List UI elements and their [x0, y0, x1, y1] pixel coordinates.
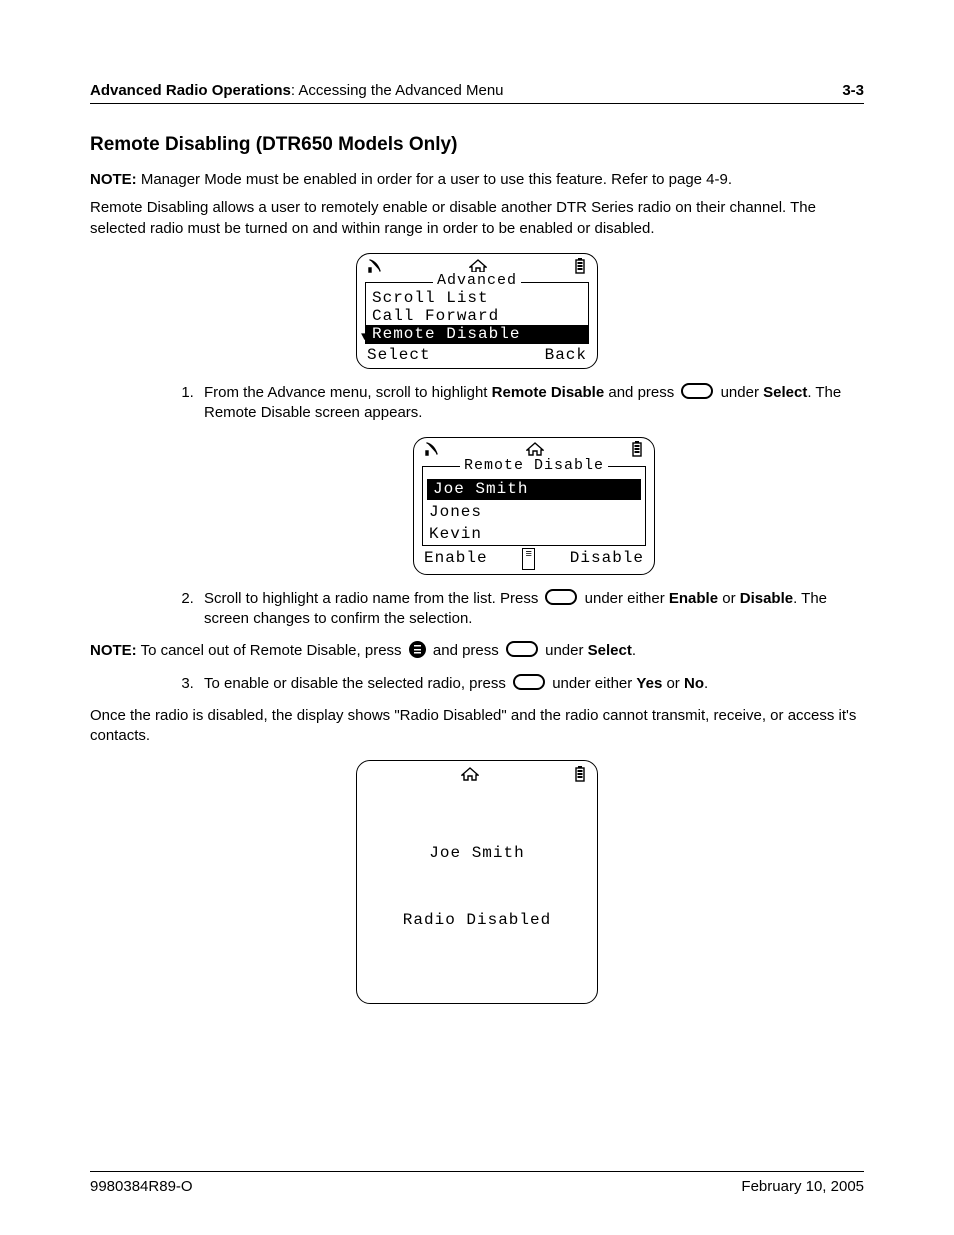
running-header: Advanced Radio Operations: Accessing the…	[90, 82, 864, 104]
lcd-screen-remote-disable: Remote Disable Joe Smith Jones Kevin Ena…	[204, 437, 864, 575]
lcd2-item-1: Jones	[423, 502, 645, 524]
lcd-screen-disabled: Joe Smith Radio Disabled	[90, 760, 864, 1003]
lcd3-line2: Radio Disabled	[363, 909, 591, 931]
lcd2-softkey-left: Enable	[424, 548, 488, 570]
lcd3-line1: Joe Smith	[363, 842, 591, 864]
doc-number: 9980384R89-O	[90, 1178, 193, 1195]
battery-icon	[630, 441, 644, 465]
page-number: 3-3	[842, 82, 864, 99]
note-text: Manager Mode must be enabled in order fo…	[141, 171, 732, 188]
steps-list-2: To enable or disable the selected radio,…	[150, 674, 864, 694]
softkey-button-icon	[681, 383, 713, 399]
battery-icon	[573, 766, 587, 787]
note-label: NOTE:	[90, 642, 137, 659]
home-icon	[461, 767, 479, 786]
lcd1-title: Advanced	[433, 272, 521, 289]
doc-date: February 10, 2005	[741, 1178, 864, 1195]
lcd2-softkey-right: Disable	[570, 548, 644, 570]
lcd1-softkey-left: Select	[367, 346, 431, 364]
lcd2-title: Remote Disable	[460, 457, 608, 474]
softkey-button-icon	[506, 641, 538, 657]
signal-icon	[367, 259, 383, 278]
note-2: NOTE: To cancel out of Remote Disable, p…	[90, 641, 864, 661]
intro-paragraph: Remote Disabling allows a user to remote…	[90, 198, 864, 239]
section-name: Accessing the Advanced Menu	[298, 82, 503, 99]
steps-list: From the Advance menu, scroll to highlig…	[150, 383, 864, 630]
note-1: NOTE: Manager Mode must be enabled in or…	[90, 170, 864, 190]
step-3: To enable or disable the selected radio,…	[198, 674, 864, 694]
lcd1-item-2: Remote Disable	[366, 325, 588, 343]
softkey-button-icon	[513, 674, 545, 690]
chapter-name: Advanced Radio Operations	[90, 82, 291, 99]
battery-icon	[573, 258, 587, 279]
softkey-button-icon	[545, 589, 577, 605]
menu-button-icon	[409, 641, 426, 658]
step-2: Scroll to highlight a radio name from th…	[198, 589, 864, 630]
section-heading: Remote Disabling (DTR650 Models Only)	[90, 134, 864, 156]
lcd2-item-0: Joe Smith	[427, 479, 641, 501]
lcd2-item-2: Kevin	[423, 524, 645, 546]
lcd1-item-0: Scroll List	[366, 289, 588, 307]
lcd-screen-advanced: Advanced Scroll List Call Forward Remote…	[90, 253, 864, 369]
page-footer: 9980384R89-O February 10, 2005	[90, 1171, 864, 1195]
scroll-down-icon: ▼	[361, 330, 369, 344]
lcd1-softkey-right: Back	[545, 346, 587, 364]
step-1: From the Advance menu, scroll to highlig…	[198, 383, 864, 575]
signal-icon	[424, 442, 440, 464]
outro-paragraph: Once the radio is disabled, the display …	[90, 706, 864, 747]
lcd1-item-1: Call Forward	[366, 307, 588, 325]
list-icon: ≡	[522, 548, 534, 570]
note-label: NOTE:	[90, 171, 137, 188]
